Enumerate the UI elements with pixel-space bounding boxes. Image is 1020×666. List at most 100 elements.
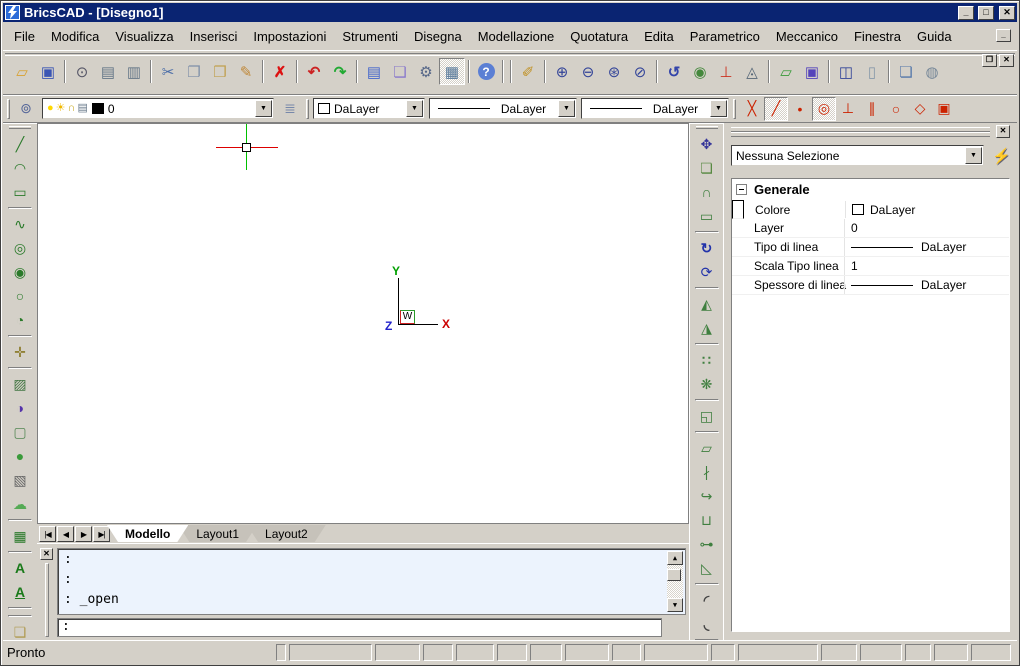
look-icon[interactable]: ◉ — [687, 58, 713, 85]
mirror-icon[interactable]: ◭ — [694, 292, 720, 316]
open-icon[interactable]: ▱ — [9, 58, 35, 85]
solid-icon[interactable]: ● — [7, 444, 33, 468]
properties-panel-icon[interactable]: ▤ — [361, 58, 387, 85]
property-row[interactable]: Layer 0 — [732, 219, 1009, 238]
ucs-icon[interactable]: ⊥ — [713, 58, 739, 85]
spline-icon[interactable]: ∿ — [7, 212, 33, 236]
maximize-button[interactable]: □ — [978, 6, 994, 20]
menu-item[interactable]: Modellazione — [470, 25, 563, 48]
zoom-window-icon[interactable]: ⊛ — [601, 58, 627, 85]
selection-dropdown-arrow[interactable]: ▼ — [965, 147, 982, 164]
collapse-icon[interactable] — [736, 184, 747, 195]
region-icon[interactable]: ◑ — [7, 396, 33, 420]
print-preview-icon[interactable]: ⊙ — [69, 58, 95, 85]
menu-item[interactable]: Inserisci — [182, 25, 246, 48]
layout-tab[interactable]: Modello — [107, 525, 188, 542]
blocks-icon[interactable]: ◍ — [919, 58, 945, 85]
circle-icon[interactable]: ◎ — [7, 236, 33, 260]
fillet-icon[interactable]: ◜ — [694, 588, 720, 612]
menu-item[interactable]: Parametrico — [682, 25, 768, 48]
explode-icon[interactable]: ◺ — [694, 556, 720, 580]
cloud-icon[interactable]: ☁ — [7, 492, 33, 516]
break-icon[interactable]: ⊔ — [694, 508, 720, 532]
layer-states-icon[interactable]: ≣ — [278, 97, 302, 121]
menu-item[interactable]: Guida — [909, 25, 960, 48]
layer-lock-icon[interactable]: ∩ — [68, 103, 76, 114]
copy-entity-icon[interactable]: ❏ — [694, 156, 720, 180]
zoom-previous-icon[interactable]: ⊘ — [627, 58, 653, 85]
layer-on-icon[interactable]: ● — [47, 103, 54, 114]
command-history[interactable]: ::: _open ▲ ▼ — [57, 548, 686, 615]
paste-icon[interactable]: ❒ — [207, 58, 233, 85]
table-icon[interactable]: ▦ — [7, 524, 33, 548]
donut-icon[interactable]: ◉ — [7, 260, 33, 284]
toolbar-grip[interactable] — [733, 99, 736, 119]
trim-icon[interactable]: ∤ — [694, 460, 720, 484]
menu-item[interactable]: Strumenti — [334, 25, 406, 48]
menu-item[interactable]: Meccanico — [768, 25, 846, 48]
snap-center-icon[interactable]: ◎ — [812, 97, 836, 121]
command-grip[interactable]: ✕ — [39, 548, 54, 637]
save-icon[interactable]: ▣ — [35, 58, 61, 85]
layer-print-icon[interactable]: ▤ — [77, 103, 87, 114]
toolbar-grip[interactable] — [306, 99, 309, 119]
polyline-icon[interactable]: ◠ — [7, 156, 33, 180]
snap-quadrant-icon[interactable]: ◇ — [908, 97, 932, 121]
scale-icon[interactable]: ◱ — [694, 404, 720, 428]
rotate-3d-icon[interactable]: ⟳ — [694, 260, 720, 284]
toolbar-grip[interactable] — [7, 99, 10, 119]
drawing-explorer-icon[interactable]: ▦ — [439, 58, 465, 85]
snap-tangent-icon[interactable]: ○ — [884, 97, 908, 121]
panel-close-button[interactable]: ✕ — [996, 125, 1010, 138]
property-row[interactable]: Colore DaLayer — [732, 200, 744, 219]
property-row[interactable]: Scala Tipo linea 1 — [732, 257, 1009, 276]
tab-nav-button[interactable]: ▶| — [93, 526, 110, 542]
ellipse-arc-icon[interactable]: ◔ — [7, 308, 33, 332]
plot-icon[interactable]: ▥ — [121, 58, 147, 85]
undo-icon[interactable]: ↶ — [301, 58, 327, 85]
snap-parallel-icon[interactable]: ∥ — [860, 97, 884, 121]
command-close-button[interactable]: ✕ — [40, 548, 53, 560]
layout-tab[interactable]: Layout1 — [178, 525, 257, 542]
settings-icon[interactable]: ⚙ — [413, 58, 439, 85]
layer-combobox[interactable]: ●☀∩▤ 0 ▼ — [42, 98, 274, 119]
layer-explorer-icon[interactable]: ⊚ — [14, 97, 38, 121]
snap-nearest-icon[interactable]: ╳ — [740, 97, 764, 121]
panel-handle[interactable]: ✕ — [731, 126, 1010, 137]
linetype-combobox[interactable]: DaLayer ▼ — [429, 98, 577, 119]
mdi-close-button[interactable]: ✕ — [999, 54, 1014, 67]
tab-nav-button[interactable]: |◀ — [39, 526, 56, 542]
boundary-icon[interactable]: ▢ — [7, 420, 33, 444]
menu-item[interactable]: Visualizza — [107, 25, 181, 48]
menu-item[interactable]: Finestra — [846, 25, 909, 48]
scroll-up-icon[interactable]: ▲ — [667, 551, 683, 565]
tab-nav-button[interactable]: ◀ — [57, 526, 74, 542]
copy-icon[interactable]: ❐ — [181, 58, 207, 85]
hatch-icon[interactable]: ▨ — [7, 372, 33, 396]
command-input[interactable]: : — [57, 618, 662, 637]
orbit-icon[interactable]: ↺ — [661, 58, 687, 85]
arc-blend-icon[interactable]: ◟ — [694, 612, 720, 636]
tab-nav-button[interactable]: ▶ — [75, 526, 92, 542]
mdi-restore-button[interactable]: ❐ — [982, 54, 997, 67]
match-properties-icon[interactable]: ✎ — [233, 58, 259, 85]
point-icon[interactable]: ✛ — [7, 340, 33, 364]
scrollbar-track[interactable] — [667, 565, 683, 598]
delete-icon[interactable]: ✗ — [267, 58, 293, 85]
wipeout-icon[interactable]: ▧ — [7, 468, 33, 492]
quick-select-icon[interactable]: ⚡ — [992, 147, 1010, 165]
lengthen-icon[interactable]: ↪ — [694, 484, 720, 508]
sheet-sets-icon[interactable]: ❏ — [387, 58, 413, 85]
snap-insertion-icon[interactable]: ▣ — [932, 97, 956, 121]
property-row[interactable]: Spessore di linea DaLayer — [732, 276, 1009, 295]
menu-item[interactable]: Modifica — [43, 25, 107, 48]
minimize-button[interactable]: _ — [958, 6, 974, 20]
zoom-out-icon[interactable]: ⊖ — [575, 58, 601, 85]
print-icon[interactable]: ▤ — [95, 58, 121, 85]
command-scrollbar[interactable]: ▲ ▼ — [667, 551, 683, 612]
viewports-icon[interactable]: ◫ — [833, 58, 859, 85]
array-icon[interactable]: ∷ — [694, 348, 720, 372]
drawing-canvas[interactable]: Y X Z W — [37, 123, 689, 523]
lineweight-dropdown-arrow[interactable]: ▼ — [710, 100, 727, 117]
layout-tab[interactable]: Layout2 — [247, 525, 326, 542]
